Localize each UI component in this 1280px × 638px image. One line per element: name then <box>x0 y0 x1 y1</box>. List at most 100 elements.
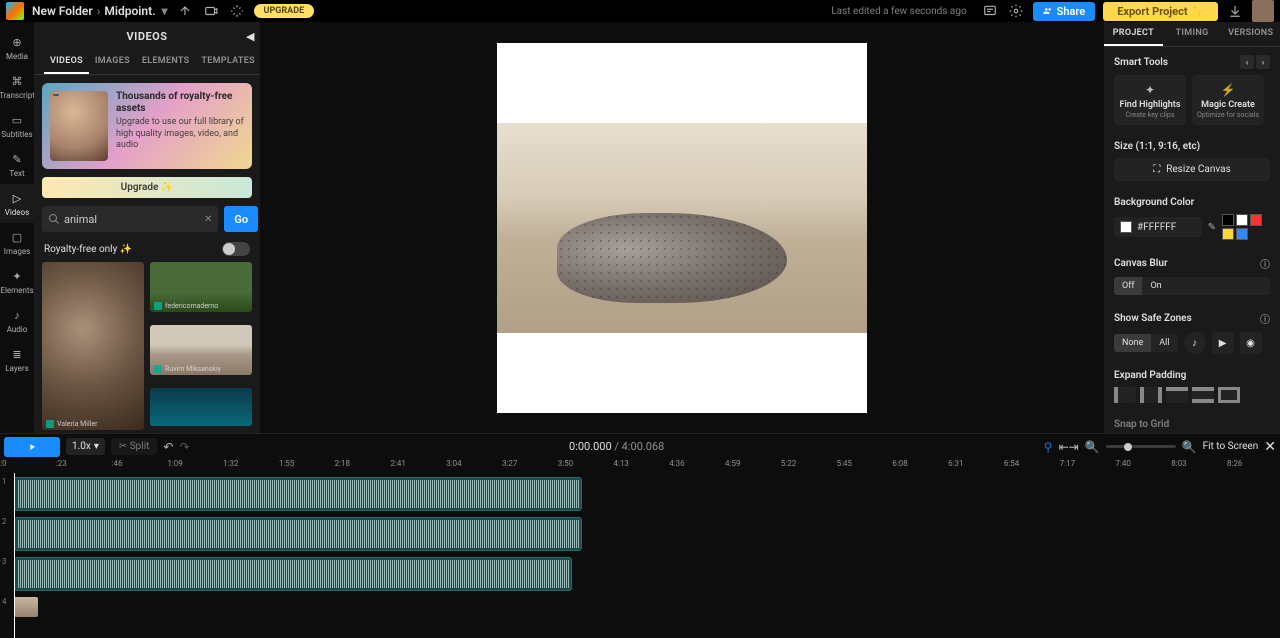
pad-all-button[interactable] <box>1218 387 1240 403</box>
instagram-icon[interactable]: ◉ <box>1240 332 1262 354</box>
tab-versions[interactable]: VERSIONS <box>1221 22 1280 46</box>
rail-audio[interactable]: ♪Audio <box>0 301 34 340</box>
user-avatar[interactable] <box>1252 0 1274 22</box>
tools-next-icon[interactable]: › <box>1256 55 1270 69</box>
tab-timing[interactable]: TIMING <box>1163 22 1222 46</box>
find-highlights-card[interactable]: ✦Find HighlightsCreate key clips <box>1114 75 1186 125</box>
comments-icon[interactable] <box>981 2 999 20</box>
eyedropper-icon[interactable]: ✎ <box>1208 222 1216 233</box>
bg-color-input[interactable]: #FFFFFF <box>1114 217 1202 237</box>
padding-label: Expand Padding <box>1114 370 1186 381</box>
swatch-black[interactable] <box>1222 214 1234 226</box>
safezone-none-button[interactable]: None <box>1114 334 1151 352</box>
rail-elements[interactable]: ✦Elements <box>0 262 34 301</box>
video-thumbnail[interactable]: Valeria Miller <box>42 262 144 430</box>
go-button[interactable]: Go <box>224 206 258 232</box>
video-thumbnail[interactable]: federicomaderno <box>150 262 252 312</box>
royalty-free-toggle[interactable] <box>222 242 250 256</box>
split-button[interactable]: ✂ Split <box>111 438 158 455</box>
playback-speed[interactable]: 1.0x▾ <box>66 438 105 455</box>
swatch-yellow[interactable] <box>1222 228 1234 240</box>
pad-horizontal-button[interactable] <box>1140 387 1162 403</box>
close-timeline-icon[interactable]: ✕ <box>1264 439 1276 455</box>
zoom-out-icon[interactable]: 🔍 <box>1085 440 1100 454</box>
canvas[interactable] <box>497 43 867 413</box>
upgrade-badge[interactable]: UPGRADE <box>254 4 315 18</box>
sparkle-icon[interactable] <box>228 2 246 20</box>
magic-create-card[interactable]: ⚡Magic CreateOptimize for socials <box>1192 75 1264 125</box>
swatch-red[interactable] <box>1250 214 1262 226</box>
properties-panel: PROJECT TIMING VERSIONS Smart Tools ‹› ✦… <box>1104 22 1280 433</box>
video-thumbnail[interactable] <box>150 388 252 426</box>
canvas-area <box>260 22 1104 433</box>
tab-project[interactable]: PROJECT <box>1104 22 1163 46</box>
rail-videos[interactable]: ▷Videos <box>0 184 34 223</box>
rail-text[interactable]: ✎Text <box>0 145 34 184</box>
timeline-ruler[interactable]: :0:23:461:091:321:552:182:413:043:273:50… <box>0 459 1280 473</box>
zoom-in-icon[interactable]: 🔍 <box>1182 440 1197 454</box>
promo-title: Thousands of royalty-free assets <box>116 91 244 115</box>
upgrade-button[interactable]: Upgrade ✨ <box>42 177 252 198</box>
playhead[interactable] <box>14 473 15 638</box>
topbar: New Folder › Midpoint. ▾ UPGRADE Last ed… <box>0 0 1280 22</box>
left-rail: ⊕Media ⌘Transcript ▭Subtitles ✎Text ▷Vid… <box>0 22 34 433</box>
info-icon[interactable]: ⓘ <box>1260 256 1270 271</box>
breadcrumb-project[interactable]: Midpoint. <box>104 4 155 18</box>
tab-videos[interactable]: VIDEOS <box>44 50 89 74</box>
redo-icon[interactable]: ↷ <box>179 440 189 454</box>
undo-icon[interactable]: ↶ <box>163 440 173 454</box>
promo-subtitle: Upgrade to use our full library of high … <box>116 117 244 152</box>
audio-clip[interactable] <box>14 517 582 551</box>
download-icon[interactable] <box>1226 2 1244 20</box>
upload-icon[interactable] <box>176 2 194 20</box>
rail-images[interactable]: ▢Images <box>0 223 34 262</box>
tools-prev-icon[interactable]: ‹ <box>1240 55 1254 69</box>
audio-clip[interactable] <box>14 477 582 511</box>
fit-screen-button[interactable]: Fit to Screen <box>1203 441 1259 452</box>
youtube-icon[interactable]: ▶ <box>1212 332 1234 354</box>
snap-grid-label: Snap to Grid <box>1114 419 1169 430</box>
videos-panel: VIDEOS VIDEOS IMAGES ELEMENTS TEMPLATES … <box>34 22 260 433</box>
search-icon <box>48 213 60 225</box>
trim-icon[interactable]: ⇤⇥ <box>1059 440 1079 454</box>
zoom-slider[interactable] <box>1106 445 1176 448</box>
rail-subtitles[interactable]: ▭Subtitles <box>0 106 34 145</box>
safezone-all-button[interactable]: All <box>1151 334 1177 352</box>
rail-transcript[interactable]: ⌘Transcript <box>0 67 34 106</box>
tab-elements[interactable]: ELEMENTS <box>136 50 196 74</box>
resize-canvas-button[interactable]: ⛶Resize Canvas <box>1114 158 1270 181</box>
tab-templates[interactable]: TEMPLATES <box>195 50 260 74</box>
pad-left-button[interactable] <box>1114 387 1136 403</box>
swatch-white[interactable] <box>1236 214 1248 226</box>
video-thumbnail[interactable]: Ruvim Miksanskiy <box>150 325 252 375</box>
info-icon[interactable]: ⓘ <box>1260 311 1270 326</box>
video-clip[interactable] <box>14 597 38 617</box>
rail-media[interactable]: ⊕Media <box>0 28 34 67</box>
tiktok-icon[interactable]: ♪ <box>1184 332 1206 354</box>
pad-top-button[interactable] <box>1166 387 1188 403</box>
tab-images[interactable]: IMAGES <box>89 50 136 74</box>
search-input-wrapper: ✕ <box>42 206 218 232</box>
rail-layers[interactable]: ≣Layers <box>0 340 34 379</box>
share-button[interactable]: Share <box>1033 2 1096 21</box>
export-button[interactable]: Export Project ✨ <box>1103 2 1218 21</box>
collapse-panel-icon[interactable]: ◀ <box>246 30 254 43</box>
chevron-down-icon[interactable]: ▾ <box>162 4 168 18</box>
audio-clip[interactable] <box>14 557 572 591</box>
breadcrumb-folder[interactable]: New Folder <box>32 4 93 18</box>
clear-search-icon[interactable]: ✕ <box>204 214 212 225</box>
panel-title: VIDEOS <box>34 22 260 50</box>
blur-on-button[interactable]: On <box>1142 277 1169 295</box>
play-button[interactable] <box>4 437 60 457</box>
blur-off-button[interactable]: Off <box>1114 277 1142 295</box>
search-input[interactable] <box>64 213 204 226</box>
timeline-tracks[interactable]: 1 2 3 4 <box>0 473 1280 638</box>
settings-icon[interactable] <box>1007 2 1025 20</box>
smart-tools-label: Smart Tools <box>1114 57 1168 68</box>
canvas-video-frame <box>497 123 867 333</box>
pad-vertical-button[interactable] <box>1192 387 1214 403</box>
app-logo[interactable] <box>6 2 24 20</box>
magnet-icon[interactable]: ⚲ <box>1044 440 1053 454</box>
record-icon[interactable] <box>202 2 220 20</box>
swatch-blue[interactable] <box>1236 228 1248 240</box>
